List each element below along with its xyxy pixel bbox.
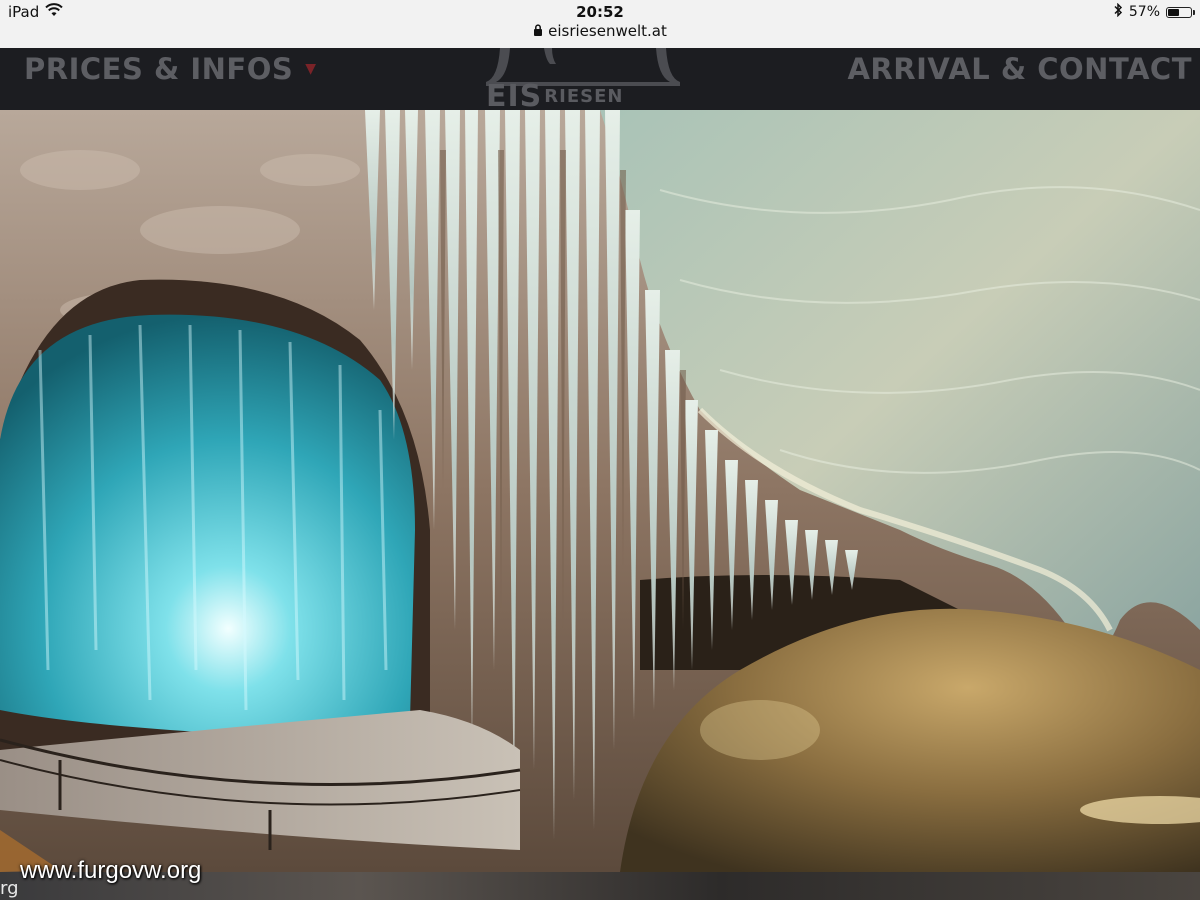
site-logo[interactable]: EIS RIESEN	[486, 48, 680, 112]
status-right: 57%	[1113, 2, 1195, 21]
bottom-text-fragment: rg	[0, 878, 19, 899]
watermark-text: www.furgovw.org	[20, 857, 202, 884]
nav-prices-infos[interactable]: PRICES & INFOS ▼	[24, 52, 317, 86]
logo-text-riesen: RIESEN	[544, 86, 624, 107]
battery-percent: 57%	[1128, 4, 1160, 20]
hero-photo	[0, 110, 1200, 872]
bluetooth-icon	[1113, 2, 1123, 21]
nav-arrival-contact[interactable]: ARRIVAL & CONTACT	[847, 52, 1192, 86]
address-bar[interactable]: eisriesenwelt.at	[0, 22, 1200, 40]
chevron-down-icon: ▼	[305, 61, 317, 77]
battery-fill	[1168, 8, 1179, 16]
site-navigation: PRICES & INFOS ▼ EIS RIESEN ARRIVAL & CO…	[0, 48, 1200, 112]
logo-text-eis: EIS	[486, 79, 543, 114]
battery-icon	[1166, 6, 1195, 18]
ice-cave-image	[0, 110, 1200, 872]
logo-text: EIS RIESEN	[486, 82, 623, 112]
status-time: 20:52	[576, 3, 624, 21]
nav-prices-infos-label: PRICES & INFOS	[24, 52, 294, 86]
lock-icon	[533, 22, 543, 40]
ios-status-bar: iPad 20:52 eisriesenwelt.at 57%	[0, 0, 1200, 48]
url-text[interactable]: eisriesenwelt.at	[548, 22, 667, 40]
